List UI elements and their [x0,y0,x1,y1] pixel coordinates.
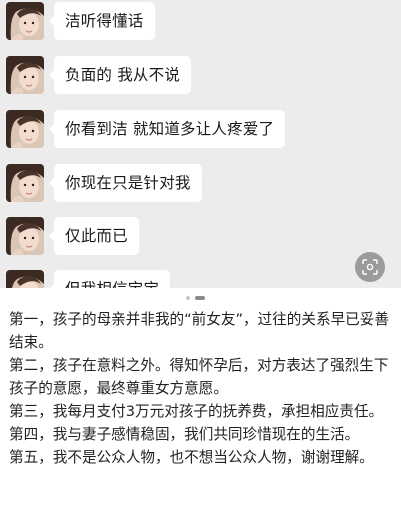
image-scan-icon [362,259,378,275]
avatar[interactable] [6,2,44,40]
statement-paragraph: 第一，孩子的母亲并非我的“前女友”，过往的关系早已妥善结束。 [9,311,389,351]
chat-message: 你现在只是针对我 [0,164,401,204]
avatar-photo [6,56,44,94]
avatar-photo [6,164,44,202]
chat-message: 仅此而已 [0,217,401,257]
avatar[interactable] [6,217,44,255]
page-indicator-dot[interactable] [186,296,190,300]
chat-message: 负面的 我从不说 [0,56,401,96]
chat-message: 你看到洁 就知道多让人疼爱了 [0,110,401,150]
statement-text: 第一，孩子的母亲并非我的“前女友”，过往的关系早已妥善结束。 第二，孩子在意料之… [9,308,395,469]
page-indicator-dot-active[interactable] [195,296,205,300]
chat-message: 洁听得懂话 [0,2,401,42]
avatar-photo [6,2,44,40]
message-bubble[interactable]: 负面的 我从不说 [48,56,192,94]
avatar-photo [6,270,44,288]
page-indicator[interactable] [186,296,216,301]
statement-paragraph: 第三，我每月支付3万元对孩子的抚养费，承担相应责任。 [9,403,384,420]
avatar-photo [6,217,44,255]
statement-paragraph: 第五，我不是公众人物，也不想当公众人物，谢谢理解。 [9,449,374,466]
message-bubble[interactable]: 洁听得懂话 [49,2,155,40]
avatar[interactable] [6,164,44,202]
avatar[interactable] [6,270,44,288]
avatar[interactable] [6,56,44,94]
message-bubble[interactable]: 仅此而已 [49,217,139,255]
avatar-photo [6,110,44,148]
screenshot-page: 洁听得懂话 负面的 我从不说 你看到洁 就知道多让人疼爱了 你现在只是针对我 仅… [0,0,401,513]
statement-paragraph: 第二，孩子在意料之外。得知怀孕后，对方表达了强烈生下孩子的意愿，最终尊重女方意愿… [9,357,389,397]
message-bubble[interactable]: 你现在只是针对我 [49,164,202,202]
chat-panel[interactable]: 洁听得懂话 负面的 我从不说 你看到洁 就知道多让人疼爱了 你现在只是针对我 仅… [0,0,401,288]
statement-paragraph: 第四，我与妻子感情稳固，我们共同珍惜现在的生活。 [9,426,360,443]
avatar[interactable] [6,110,44,148]
chat-message: 但我相信宝宝 [0,270,401,288]
image-scan-button[interactable] [355,252,385,282]
message-bubble[interactable]: 但我相信宝宝 [48,270,171,288]
message-bubble[interactable]: 你看到洁 就知道多让人疼爱了 [48,110,286,148]
